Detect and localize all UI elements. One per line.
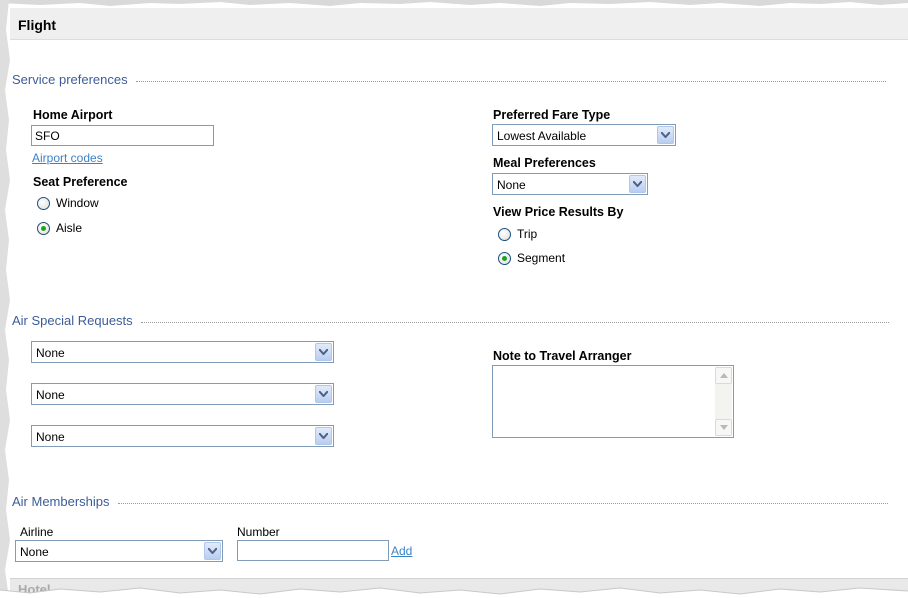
meal-preferences-label: Meal Preferences	[493, 156, 596, 170]
airline-select[interactable]: None	[15, 540, 223, 562]
seat-window-label: Window	[56, 196, 99, 210]
torn-edge-bottom	[0, 587, 908, 598]
chevron-down-icon	[315, 385, 332, 403]
special-request-value-1: None	[36, 346, 65, 360]
view-price-segment-radio[interactable]: Segment	[498, 251, 565, 265]
flight-header: Flight	[10, 8, 908, 40]
section-divider	[135, 80, 886, 82]
section-title-memberships-text: Air Memberships	[12, 493, 110, 509]
fare-type-select[interactable]: Lowest Available	[492, 124, 676, 146]
note-scrollbar[interactable]	[715, 367, 732, 436]
chevron-down-icon	[315, 343, 332, 361]
fare-type-value: Lowest Available	[497, 129, 587, 143]
view-price-label: View Price Results By	[493, 205, 624, 219]
special-request-value-2: None	[36, 388, 65, 402]
section-title-special-requests: Air Special Requests	[12, 312, 889, 328]
note-to-arranger-textarea[interactable]	[492, 365, 734, 438]
meal-preferences-value: None	[497, 178, 526, 192]
section-title-special-text: Air Special Requests	[12, 312, 133, 328]
home-airport-label: Home Airport	[33, 108, 113, 122]
chevron-down-icon	[315, 427, 332, 445]
scroll-down-icon[interactable]	[715, 419, 732, 436]
view-price-trip-radio[interactable]: Trip	[498, 227, 537, 241]
radio-circle-selected	[498, 251, 511, 265]
special-request-value-3: None	[36, 430, 65, 444]
section-divider	[140, 321, 889, 323]
seat-aisle-radio[interactable]: Aisle	[37, 221, 82, 235]
note-to-arranger-label: Note to Travel Arranger	[493, 349, 632, 363]
number-label: Number	[237, 525, 280, 539]
section-divider	[117, 502, 888, 504]
membership-number-input[interactable]	[237, 540, 389, 561]
scroll-up-icon[interactable]	[715, 367, 732, 384]
special-request-select-1[interactable]: None	[31, 341, 334, 363]
seat-preference-label: Seat Preference	[33, 175, 128, 189]
radio-circle	[37, 196, 50, 210]
airport-codes-link[interactable]: Airport codes	[32, 151, 103, 165]
special-request-select-2[interactable]: None	[31, 383, 334, 405]
fare-type-label: Preferred Fare Type	[493, 108, 611, 122]
radio-selected-dot	[41, 225, 46, 231]
section-title-memberships: Air Memberships	[12, 493, 888, 509]
section-title-service-text: Service preferences	[12, 71, 128, 87]
special-request-select-3[interactable]: None	[31, 425, 334, 447]
view-price-trip-label: Trip	[517, 227, 538, 241]
seat-aisle-label: Aisle	[56, 221, 83, 235]
home-airport-input[interactable]	[31, 125, 214, 146]
radio-circle-selected	[37, 221, 50, 235]
view-price-segment-label: Segment	[517, 251, 566, 265]
meal-preferences-select[interactable]: None	[492, 173, 648, 195]
airline-label: Airline	[20, 525, 54, 539]
chevron-down-icon	[204, 542, 221, 560]
seat-window-radio[interactable]: Window	[37, 196, 99, 210]
chevron-down-icon	[657, 126, 674, 144]
torn-edge-top	[0, 0, 908, 6]
flight-title: Flight	[18, 17, 57, 33]
section-title-service: Service preferences	[12, 71, 886, 87]
radio-selected-dot	[502, 255, 507, 261]
add-membership-link[interactable]: Add	[391, 544, 412, 558]
radio-circle	[498, 227, 511, 241]
chevron-down-icon	[629, 175, 646, 193]
airline-value: None	[20, 545, 49, 559]
